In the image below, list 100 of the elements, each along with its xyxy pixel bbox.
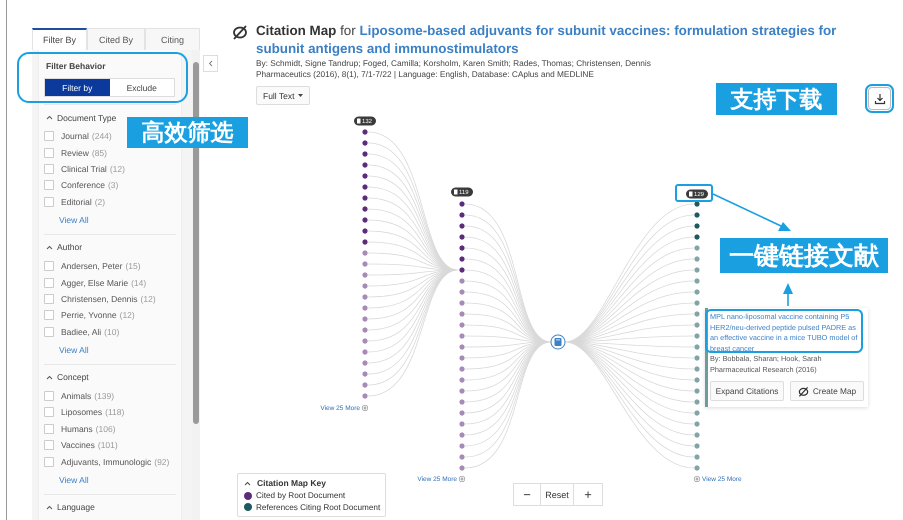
plus-circle-icon[interactable] [458,476,466,482]
checkbox[interactable] [44,407,54,418]
checkbox[interactable] [44,391,54,402]
checkbox[interactable] [44,196,54,207]
citation-node[interactable] [694,223,700,229]
view-all-link[interactable]: View All [59,344,89,355]
checkbox[interactable] [44,261,54,272]
citation-node[interactable] [362,206,368,212]
citation-node[interactable] [459,311,465,317]
citation-node[interactable] [694,245,700,251]
sidebar-tab[interactable]: Filter By [32,28,87,50]
citation-node[interactable] [694,267,700,273]
citation-node[interactable] [459,432,465,438]
citation-node[interactable] [362,283,368,289]
citation-node[interactable] [459,333,465,339]
citation-node[interactable] [694,355,700,361]
citation-node[interactable] [362,316,368,322]
citation-node[interactable] [694,234,700,240]
citation-node[interactable] [459,344,465,350]
citation-node[interactable] [362,239,368,245]
citation-node[interactable] [362,184,368,190]
citation-node[interactable] [459,465,465,471]
citation-node[interactable] [694,366,700,372]
citation-node[interactable] [362,272,368,278]
checkbox[interactable] [44,148,54,158]
view-all-link[interactable]: View All [59,214,89,225]
full-text-button[interactable]: Full Text [256,86,310,105]
citation-node[interactable] [459,377,465,383]
citation-node[interactable] [459,234,465,240]
citation-node[interactable] [694,377,700,383]
citation-node[interactable] [459,267,465,273]
citation-node[interactable] [362,173,368,179]
citation-node[interactable] [459,355,465,361]
checkbox[interactable] [44,294,54,304]
citation-node[interactable] [694,201,700,207]
root-document-node[interactable] [550,334,566,350]
citation-node[interactable] [459,421,465,427]
citation-node[interactable] [694,454,700,460]
citation-node[interactable] [694,465,700,471]
chevron-icon[interactable] [46,244,53,250]
citation-node[interactable] [362,338,368,344]
chevron-icon[interactable] [46,374,53,380]
citation-node[interactable] [694,421,700,427]
citation-node[interactable] [694,443,700,449]
citation-node[interactable] [362,360,368,366]
citation-node[interactable] [694,399,700,405]
citation-node[interactable] [362,140,368,146]
plus-circle-icon[interactable] [362,404,368,412]
expand-citations-button[interactable]: Expand Citations [710,381,784,401]
citation-node[interactable] [362,195,368,201]
checkbox[interactable] [44,326,54,337]
checkbox[interactable] [44,310,54,320]
citation-node[interactable] [362,217,368,223]
citation-node[interactable] [459,322,465,328]
citation-node[interactable] [459,201,465,207]
citation-node[interactable] [694,212,700,218]
citation-node[interactable] [694,344,700,350]
plus-circle-icon[interactable] [694,476,700,482]
segment-button[interactable]: Filter by [45,79,110,96]
citation-node[interactable] [694,388,700,394]
checkbox[interactable] [44,164,54,174]
citation-node[interactable] [459,278,465,284]
citation-node[interactable] [362,151,368,157]
citation-node[interactable] [362,371,368,377]
sidebar-tab[interactable]: Citing [145,28,200,50]
checkbox[interactable] [44,456,54,467]
citation-node[interactable] [362,393,368,399]
citation-node[interactable] [362,305,368,311]
citation-node[interactable] [694,289,700,295]
citation-node[interactable] [694,311,700,317]
citation-node[interactable] [362,327,368,333]
citation-node[interactable] [362,261,368,267]
citation-node[interactable] [459,289,465,295]
reset-button[interactable]: Reset [540,484,574,505]
checkbox[interactable] [44,180,54,190]
citation-node[interactable] [362,250,368,256]
chevron-icon[interactable] [46,115,53,120]
chevron-icon[interactable] [244,480,251,486]
citation-node[interactable] [694,256,700,262]
citation-node[interactable] [362,162,368,168]
citation-node[interactable] [459,300,465,306]
citation-node[interactable] [694,278,700,284]
citation-node[interactable] [362,129,368,135]
segment-button[interactable]: Exclude [110,79,174,96]
checkbox[interactable] [44,440,54,450]
chevron-icon[interactable] [46,504,53,510]
citation-node[interactable] [459,399,465,405]
citation-node[interactable] [459,410,465,416]
create-map-button[interactable]: Create Map [790,381,864,401]
checkbox[interactable] [44,278,54,288]
citation-node[interactable] [362,382,368,388]
citation-node[interactable] [459,454,465,460]
citation-node[interactable] [362,349,368,355]
citation-node[interactable] [362,294,368,300]
download-button[interactable] [868,87,891,110]
citation-node[interactable] [459,443,465,449]
citation-node[interactable] [362,228,368,234]
citation-node[interactable] [694,300,700,306]
citation-node[interactable] [459,388,465,394]
citation-node[interactable] [459,212,465,218]
